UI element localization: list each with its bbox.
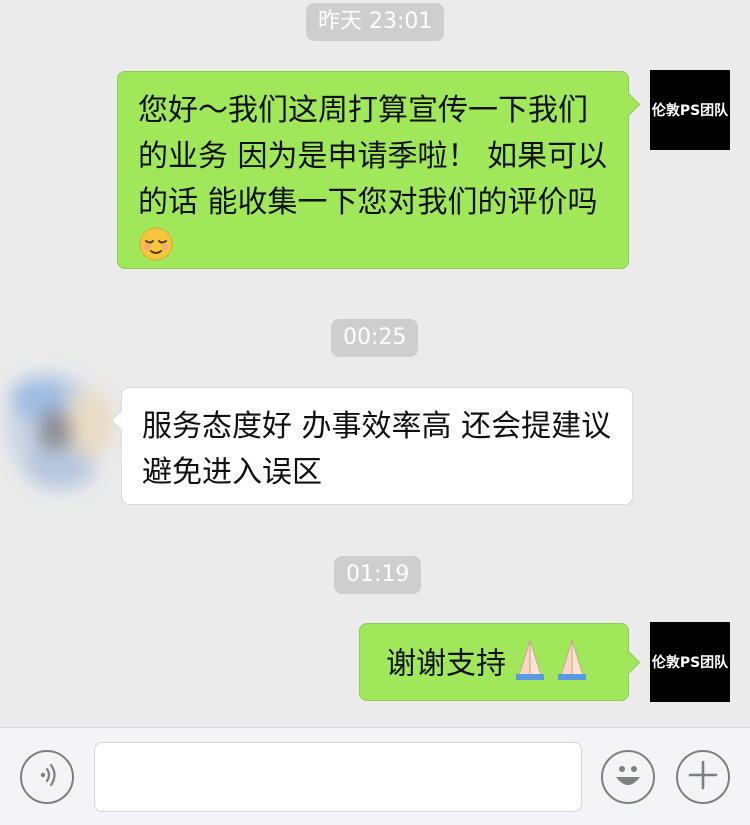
- chat-area[interactable]: 昨天 23:01 您好～我们这周打算宣传一下我们的业务 因为是申请季啦！ 如果可…: [0, 0, 750, 727]
- self-avatar[interactable]: 伦敦PS团队: [650, 622, 730, 702]
- message-text: 服务态度好 办事效率高 还会提建议避免进入误区: [142, 409, 612, 490]
- sent-message-bubble[interactable]: 谢谢支持: [359, 623, 629, 701]
- input-bar: [0, 727, 750, 825]
- avatar-label: 伦敦PS团队: [651, 655, 729, 671]
- timestamp: 01:19: [334, 556, 422, 594]
- folded-hands-emoji: [510, 636, 594, 694]
- more-button[interactable]: [676, 750, 730, 804]
- received-message-bubble[interactable]: 服务态度好 办事效率高 还会提建议避免进入误区: [121, 387, 633, 505]
- self-avatar[interactable]: 伦敦PS团队: [650, 70, 730, 150]
- voice-icon: [32, 760, 62, 794]
- emoji-button[interactable]: [601, 750, 655, 804]
- timestamp: 00:25: [331, 319, 419, 357]
- sent-message-bubble[interactable]: 您好～我们这周打算宣传一下我们的业务 因为是申请季啦！ 如果可以的话 能收集一下…: [117, 71, 629, 269]
- relieved-face-emoji: [138, 226, 174, 276]
- emoji-icon: [608, 755, 648, 799]
- peer-avatar[interactable]: [0, 354, 135, 504]
- timestamp: 昨天 23:01: [306, 3, 445, 41]
- avatar-label: 伦敦PS团队: [651, 103, 729, 119]
- voice-button[interactable]: [20, 750, 74, 804]
- plus-icon: [686, 758, 720, 796]
- message-input[interactable]: [94, 742, 582, 812]
- message-text: 您好～我们这周打算宣传一下我们的业务 因为是申请季啦！ 如果可以的话 能收集一下…: [138, 93, 608, 220]
- message-text: 谢谢支持: [386, 646, 506, 682]
